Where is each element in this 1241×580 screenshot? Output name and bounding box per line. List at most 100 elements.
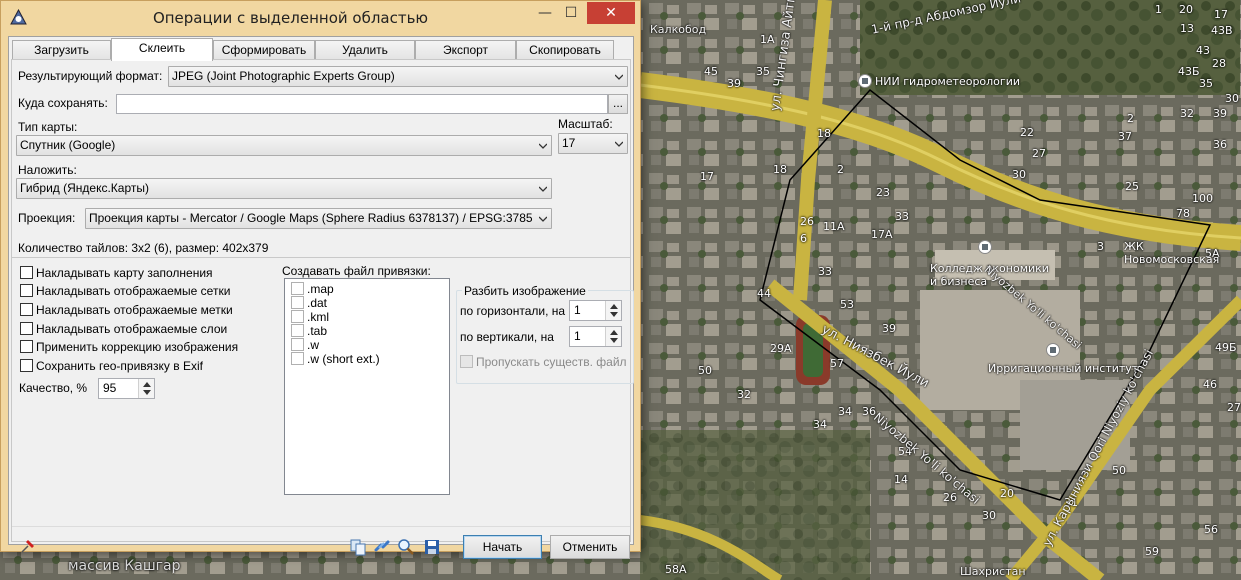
map-house-number: 50 <box>1112 464 1126 477</box>
close-button[interactable]: ✕ <box>587 2 635 24</box>
georef-file-list[interactable]: .map .dat .kml .tab .w .w (short ext.) <box>284 278 450 495</box>
checkbox[interactable] <box>291 324 304 337</box>
option-fill-map[interactable]: Накладывать карту заполнения <box>20 266 213 280</box>
checkbox[interactable] <box>291 338 304 351</box>
spin-buttons[interactable] <box>605 301 621 320</box>
arrow-down-icon[interactable] <box>610 338 618 343</box>
chevron-down-icon <box>615 74 623 80</box>
scale-select[interactable]: 17 <box>558 133 628 154</box>
list-item-label: .tab <box>307 324 328 338</box>
checkbox[interactable] <box>291 352 304 365</box>
zoom-icon[interactable] <box>397 538 415 556</box>
checkbox-label: Накладывать карту заполнения <box>36 266 213 280</box>
map-house-number: 43В <box>1211 24 1233 37</box>
tab-copy[interactable]: Скопировать <box>516 40 614 60</box>
start-button[interactable]: Начать <box>463 535 542 559</box>
checkbox[interactable] <box>291 282 304 295</box>
quality-spinner[interactable]: 95 <box>98 378 155 399</box>
tab-export[interactable]: Экспорт <box>415 40 516 60</box>
list-item-label: .w (short ext.) <box>307 352 380 366</box>
browse-button[interactable]: ... <box>608 94 628 114</box>
tab-stitch[interactable]: Склеить <box>111 38 213 61</box>
checkbox[interactable] <box>20 340 33 353</box>
school-icon[interactable] <box>1046 343 1060 357</box>
cancel-button[interactable]: Отменить <box>550 535 630 559</box>
projection-select[interactable]: Проекция карты - Mercator / Google Maps … <box>85 208 552 229</box>
arrow-up-icon[interactable] <box>610 304 618 309</box>
arrow-down-icon[interactable] <box>143 390 151 395</box>
arrow-up-icon[interactable] <box>143 382 151 387</box>
map-type-select[interactable]: Спутник (Google) <box>16 135 552 156</box>
map-house-number: 30 <box>1225 92 1239 105</box>
map-house-number: 58А <box>665 563 687 576</box>
result-format-label: Результирующий формат: <box>18 69 163 83</box>
list-item[interactable]: .kml <box>291 310 329 324</box>
chevron-down-icon <box>539 216 547 222</box>
tab-load[interactable]: Загрузить <box>12 40 111 60</box>
option-marks[interactable]: Накладывать отображаемые метки <box>20 303 233 317</box>
divider <box>12 257 630 258</box>
maximize-button[interactable]: ☐ <box>558 2 584 24</box>
map-house-number: 1А <box>760 33 775 46</box>
map-house-number: 2 <box>837 163 844 176</box>
map-house-number: 33 <box>818 265 832 278</box>
split-vertical-spinner[interactable]: 1 <box>569 326 622 347</box>
stitch-tab-panel: Результирующий формат: JPEG (Joint Photo… <box>11 59 634 559</box>
street-label: Калкобод <box>650 23 707 36</box>
checkbox[interactable] <box>20 266 33 279</box>
result-format-select[interactable]: JPEG (Joint Photographic Experts Group) <box>168 66 628 87</box>
result-format-value: JPEG (Joint Photographic Experts Group) <box>172 69 395 83</box>
map-house-number: 23 <box>876 186 890 199</box>
option-layers[interactable]: Накладывать отображаемые слои <box>20 322 227 336</box>
checkbox[interactable] <box>291 296 304 309</box>
skip-existing-option[interactable]: Пропускать существ. файл <box>460 355 632 369</box>
option-exif-georef[interactable]: Сохранить гео-привязку в Exif <box>20 359 203 373</box>
map-house-number: 14 <box>894 473 908 486</box>
list-item[interactable]: .w (short ext.) <box>291 352 380 366</box>
poi-label[interactable]: НИИ гидрометеорологии <box>875 75 1020 88</box>
tab-generate[interactable]: Сформировать <box>213 40 315 60</box>
option-grids[interactable]: Накладывать отображаемые сетки <box>20 284 230 298</box>
checkbox[interactable] <box>20 284 33 297</box>
minimize-button[interactable]: — <box>532 2 558 24</box>
map-house-number: 33 <box>895 210 909 223</box>
checkbox[interactable] <box>20 322 33 335</box>
poi-label[interactable]: Ирригационный институт <box>988 362 1138 375</box>
map-house-number: 3 <box>1097 240 1104 253</box>
school-icon[interactable] <box>978 240 992 254</box>
checkbox[interactable] <box>20 359 33 372</box>
list-item[interactable]: .dat <box>291 296 327 310</box>
split-image-title: Разбить изображение <box>462 284 588 298</box>
spin-buttons[interactable] <box>138 379 154 398</box>
list-item[interactable]: .tab <box>291 324 327 338</box>
link-icon[interactable] <box>373 538 391 556</box>
spin-buttons[interactable] <box>605 327 621 346</box>
arrow-down-icon[interactable] <box>610 312 618 317</box>
pin-icon[interactable] <box>20 538 36 554</box>
overlay-select[interactable]: Гибрид (Яндекс.Карты) <box>16 178 552 199</box>
map-house-number: 43 <box>1196 44 1210 57</box>
checkbox[interactable] <box>291 310 304 323</box>
save-path-input[interactable] <box>116 94 608 114</box>
list-item[interactable]: .map <box>291 282 334 296</box>
map-house-number: 27 <box>1227 401 1241 414</box>
poi-label[interactable]: ЖК Новомосковская <box>1124 240 1219 266</box>
map-house-number: 32 <box>737 388 751 401</box>
copy-icon[interactable] <box>349 538 367 556</box>
title-bar[interactable]: Операции с выделенной областью — ☐ ✕ <box>1 1 640 36</box>
split-horizontal-spinner[interactable]: 1 <box>569 300 622 321</box>
map-house-number: 37 <box>1118 130 1132 143</box>
arrow-up-icon[interactable] <box>610 330 618 335</box>
tab-delete[interactable]: Удалить <box>315 40 415 60</box>
option-image-correction[interactable]: Применить коррекцию изображения <box>20 340 238 354</box>
overlay-value: Гибрид (Яндекс.Карты) <box>20 181 149 195</box>
save-icon[interactable] <box>423 538 441 556</box>
building-icon[interactable] <box>858 74 872 88</box>
chevron-down-icon <box>615 141 623 147</box>
list-item[interactable]: .w <box>291 338 319 352</box>
checkbox[interactable] <box>20 303 33 316</box>
checkbox[interactable] <box>460 355 473 368</box>
scale-label: Масштаб: <box>558 117 613 131</box>
georef-label: Создавать файл привязки: <box>282 264 431 278</box>
chevron-down-icon <box>539 186 547 192</box>
